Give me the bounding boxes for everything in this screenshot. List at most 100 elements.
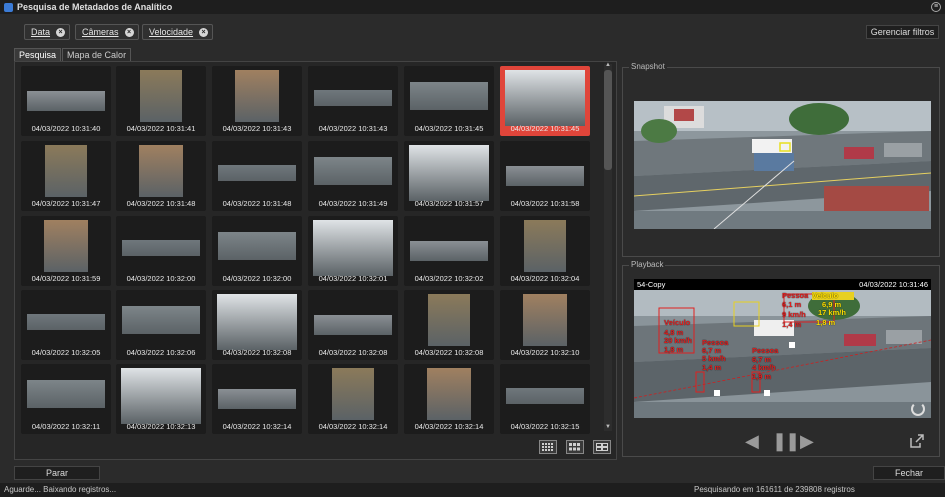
result-thumbnail-image bbox=[218, 232, 296, 260]
result-thumbnail[interactable]: 04/03/2022 10:32:11 bbox=[21, 364, 111, 434]
detection-label: Pessoa bbox=[782, 291, 809, 300]
result-thumbnail[interactable]: 04/03/2022 10:31:41 bbox=[116, 66, 206, 136]
result-thumbnail-image bbox=[217, 294, 297, 350]
result-timestamp: 04/03/2022 10:31:41 bbox=[126, 124, 196, 133]
result-thumbnail[interactable]: 04/03/2022 10:32:14 bbox=[404, 364, 494, 434]
snapshot-image[interactable] bbox=[634, 101, 931, 229]
result-timestamp: 04/03/2022 10:31:47 bbox=[31, 199, 101, 208]
window-menu-icon[interactable]: ≡ bbox=[931, 2, 941, 12]
result-thumbnail[interactable]: 04/03/2022 10:32:08 bbox=[212, 290, 302, 360]
result-thumbnail[interactable]: 04/03/2022 10:32:08 bbox=[308, 290, 398, 360]
result-thumbnail[interactable]: 04/03/2022 10:32:15 bbox=[500, 364, 590, 434]
scroll-down-icon[interactable]: ▼ bbox=[604, 424, 612, 430]
status-left-text: Aguarde... Baixando registros... bbox=[4, 485, 117, 494]
scroll-up-icon[interactable]: ▲ bbox=[604, 62, 612, 68]
detection-label: 1,8 m bbox=[816, 318, 836, 327]
playback-video[interactable]: Pessoa Veículo 6,9 m 17 km/h 1,8 m Veículo 4,8… bbox=[634, 290, 931, 418]
result-thumbnail[interactable]: 04/03/2022 10:32:00 bbox=[116, 216, 206, 286]
view-medium-grid-button[interactable] bbox=[566, 440, 584, 454]
filter-chip-label[interactable]: Velocidade bbox=[149, 27, 193, 37]
next-icon[interactable]: ▶ bbox=[800, 432, 814, 450]
result-thumbnail[interactable]: 04/03/2022 10:32:10 bbox=[500, 290, 590, 360]
result-timestamp: 04/03/2022 10:32:08 bbox=[414, 348, 484, 357]
result-timestamp: 04/03/2022 10:32:04 bbox=[510, 274, 580, 283]
result-thumbnail[interactable]: 04/03/2022 10:32:13 bbox=[116, 364, 206, 434]
result-thumbnail[interactable]: 04/03/2022 10:32:14 bbox=[212, 364, 302, 434]
playback-info-bar: 54-Copy 04/03/2022 10:31:46 bbox=[634, 279, 931, 290]
detection-label: Veículo bbox=[812, 291, 839, 300]
result-timestamp: 04/03/2022 10:32:05 bbox=[31, 348, 101, 357]
result-thumbnail[interactable]: 04/03/2022 10:32:04 bbox=[500, 216, 590, 286]
result-timestamp: 04/03/2022 10:31:45 bbox=[510, 124, 580, 133]
detection-label: Veículo bbox=[664, 318, 691, 327]
result-thumbnail-image bbox=[313, 220, 393, 276]
grid-medium-icon bbox=[569, 443, 580, 451]
result-thumbnail[interactable]: 04/03/2022 10:31:45 bbox=[500, 66, 590, 136]
result-thumbnail-image bbox=[121, 368, 201, 424]
filter-chip-cameras[interactable]: Câmeras × bbox=[75, 24, 139, 40]
result-thumbnail[interactable]: 04/03/2022 10:31:59 bbox=[21, 216, 111, 286]
result-thumbnail[interactable]: 04/03/2022 10:31:40 bbox=[21, 66, 111, 136]
view-large-grid-button[interactable] bbox=[593, 440, 611, 454]
result-timestamp: 04/03/2022 10:31:59 bbox=[31, 274, 101, 283]
stop-button[interactable]: Parar bbox=[14, 466, 100, 480]
detection-label: 17 km/h bbox=[818, 308, 846, 317]
playback-camera-name: 54-Copy bbox=[637, 280, 666, 289]
result-thumbnail[interactable]: 04/03/2022 10:32:08 bbox=[404, 290, 494, 360]
result-thumbnail-image bbox=[27, 91, 105, 111]
result-thumbnail-image bbox=[409, 145, 489, 201]
close-button[interactable]: Fechar bbox=[873, 466, 945, 480]
result-thumbnail[interactable]: 04/03/2022 10:31:58 bbox=[500, 141, 590, 211]
detection-label: 1,9 m bbox=[752, 372, 772, 381]
result-thumbnail[interactable]: 04/03/2022 10:32:05 bbox=[21, 290, 111, 360]
result-thumbnail[interactable]: 04/03/2022 10:32:06 bbox=[116, 290, 206, 360]
tab-mapa-de-calor[interactable]: Mapa de Calor bbox=[62, 48, 132, 61]
result-thumbnail-image bbox=[506, 166, 584, 186]
result-thumbnail[interactable]: 04/03/2022 10:32:01 bbox=[308, 216, 398, 286]
close-icon[interactable]: × bbox=[56, 27, 66, 37]
window-title: Pesquisa de Metadados de Analítico bbox=[17, 2, 173, 12]
result-thumbnail-image bbox=[139, 145, 183, 197]
close-icon[interactable]: × bbox=[199, 27, 209, 37]
grid-large-icon bbox=[596, 443, 608, 451]
result-thumbnail[interactable]: 04/03/2022 10:32:14 bbox=[308, 364, 398, 434]
result-thumbnail[interactable]: 04/03/2022 10:31:48 bbox=[212, 141, 302, 211]
previous-icon[interactable]: ◀ bbox=[745, 432, 759, 450]
result-thumbnail-image bbox=[427, 368, 471, 420]
detection-label: 5 km/h bbox=[702, 354, 726, 363]
result-thumbnail-image bbox=[410, 82, 488, 110]
filter-chip-label[interactable]: Data bbox=[31, 27, 50, 37]
result-timestamp: 04/03/2022 10:32:02 bbox=[414, 274, 484, 283]
result-timestamp: 04/03/2022 10:32:01 bbox=[318, 274, 388, 283]
result-thumbnail-image bbox=[314, 315, 392, 335]
close-icon[interactable]: × bbox=[124, 27, 134, 37]
tab-pesquisa[interactable]: Pesquisa bbox=[14, 48, 62, 61]
result-timestamp: 04/03/2022 10:31:43 bbox=[222, 124, 292, 133]
filter-chip-data[interactable]: Data × bbox=[24, 24, 71, 40]
result-thumbnail[interactable]: 04/03/2022 10:31:49 bbox=[308, 141, 398, 211]
view-small-grid-button[interactable] bbox=[539, 440, 557, 454]
tab-bar: Pesquisa Mapa de Calor bbox=[14, 48, 132, 61]
result-timestamp: 04/03/2022 10:32:08 bbox=[318, 348, 388, 357]
playback-timestamp: 04/03/2022 10:31:46 bbox=[859, 280, 928, 289]
result-thumbnail[interactable]: 04/03/2022 10:31:57 bbox=[404, 141, 494, 211]
result-thumbnail[interactable]: 04/03/2022 10:31:45 bbox=[404, 66, 494, 136]
result-thumbnail[interactable]: 04/03/2022 10:31:47 bbox=[21, 141, 111, 211]
result-thumbnail-image bbox=[428, 294, 470, 346]
pause-icon[interactable]: ❚❚ bbox=[772, 432, 800, 450]
result-thumbnail[interactable]: 04/03/2022 10:32:00 bbox=[212, 216, 302, 286]
export-icon[interactable] bbox=[909, 434, 925, 448]
filter-chip-label[interactable]: Câmeras bbox=[82, 27, 119, 37]
result-thumbnail-image bbox=[44, 220, 88, 272]
result-thumbnail[interactable]: 04/03/2022 10:31:43 bbox=[212, 66, 302, 136]
result-timestamp: 04/03/2022 10:32:14 bbox=[414, 422, 484, 431]
result-thumbnail[interactable]: 04/03/2022 10:31:48 bbox=[116, 141, 206, 211]
scrollbar-thumb[interactable] bbox=[604, 70, 612, 170]
refresh-icon[interactable] bbox=[911, 402, 925, 416]
result-thumbnail[interactable]: 04/03/2022 10:32:02 bbox=[404, 216, 494, 286]
manage-filters-button[interactable]: Gerenciar filtros bbox=[866, 25, 939, 39]
result-timestamp: 04/03/2022 10:31:40 bbox=[31, 124, 101, 133]
result-thumbnail[interactable]: 04/03/2022 10:31:43 bbox=[308, 66, 398, 136]
result-thumbnail-image bbox=[45, 145, 87, 197]
filter-chip-velocidade[interactable]: Velocidade × bbox=[142, 24, 214, 40]
